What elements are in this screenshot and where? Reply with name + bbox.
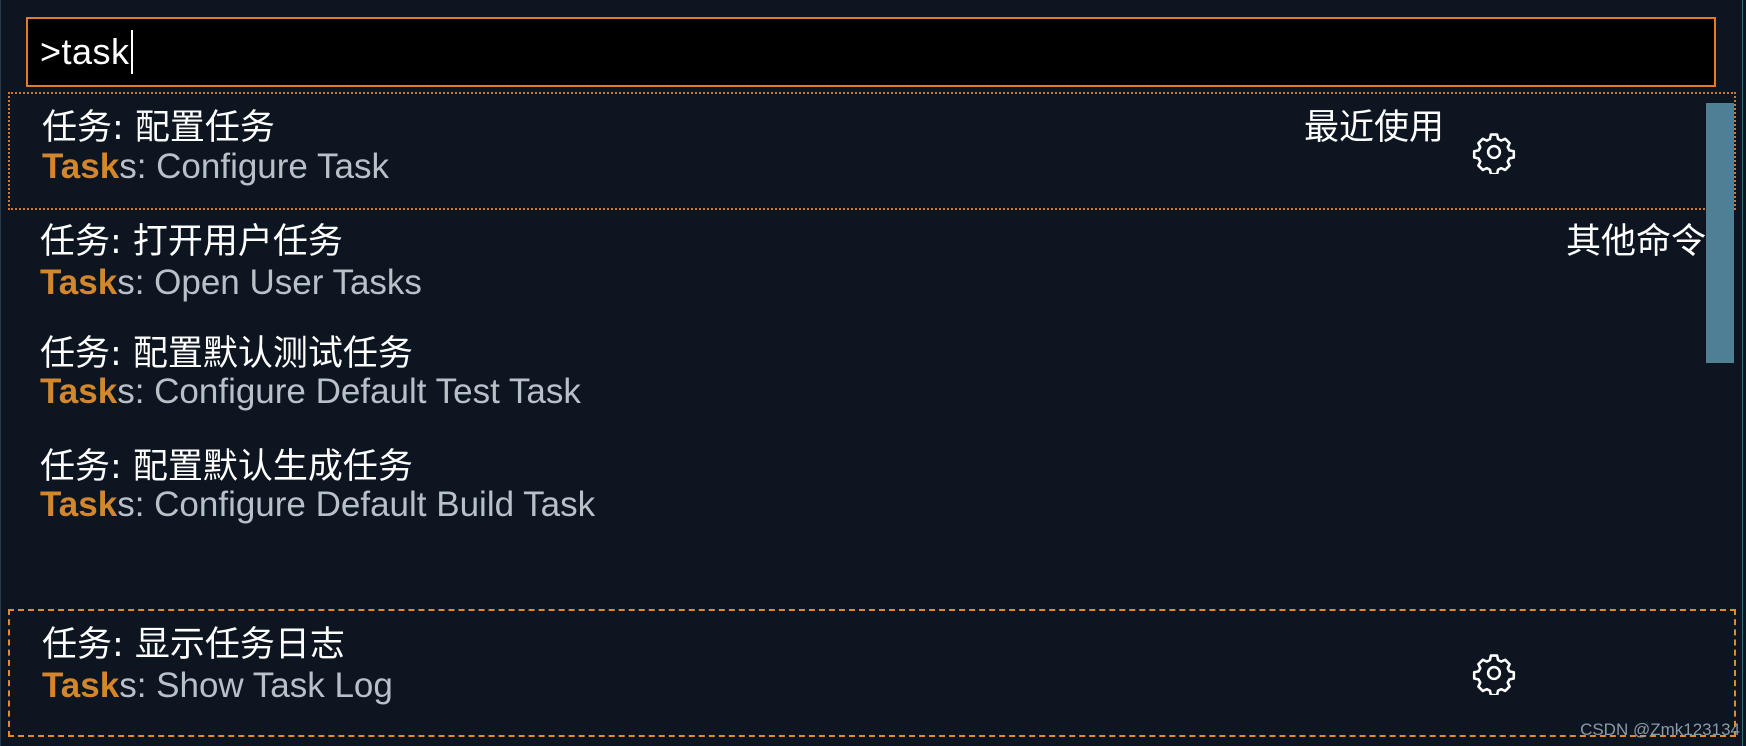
command-item-label-en-rest: s: Configure Task [119,147,389,186]
match-highlight: Task [42,666,120,705]
gear-icon[interactable] [1472,130,1516,174]
command-item-label-en-rest: s: Show Task Log [119,666,393,705]
command-item-label-en-rest: s: Configure Default Build Task [117,485,596,524]
command-item-label-en: Tasks: Configure Task [42,147,389,187]
match-highlight: Task [40,263,118,302]
command-item-label-cn: 任务: 显示任务日志 [42,625,345,665]
command-item-label-en: Tasks: Open User Tasks [40,263,422,303]
match-highlight: Task [40,372,118,411]
list-scrollbar[interactable] [1706,103,1734,363]
command-item-label-cn: 任务: 配置默认测试任务 [40,334,413,374]
watermark: CSDN @Zmk123134 [1580,720,1740,739]
command-item-configure-task[interactable]: 任务: 配置任务 Tasks: Configure Task 最近使用 [8,92,1736,210]
command-item-label-cn: 任务: 打开用户任务 [40,222,343,262]
search-input-value[interactable]: >task [40,31,130,73]
command-item-label-en-rest: s: Open User Tasks [117,263,422,302]
command-item-label-en: Tasks: Configure Default Test Task [40,372,581,412]
command-item-label-cn: 任务: 配置默认生成任务 [40,447,413,487]
command-item-configure-default-build-task[interactable]: 任务: 配置默认生成任务 Tasks: Configure Default Bu… [8,438,1736,553]
command-results-list: 任务: 配置任务 Tasks: Configure Task 最近使用 任务: … [8,92,1736,741]
command-item-configure-default-test-task[interactable]: 任务: 配置默认测试任务 Tasks: Configure Default Te… [8,325,1736,440]
command-item-label-en: Tasks: Configure Default Build Task [40,485,595,525]
gear-icon[interactable] [1472,651,1516,695]
command-item-label-en: Tasks: Show Task Log [42,666,393,706]
window-left-edge [0,0,1,746]
command-item-label-cn: 任务: 配置任务 [42,108,275,148]
window-right-edge [1742,0,1743,746]
command-item-open-user-tasks[interactable]: 任务: 打开用户任务 Tasks: Open User Tasks 其他命令 [8,213,1736,328]
match-highlight: Task [42,147,120,186]
command-item-show-task-log[interactable]: 任务: 显示任务日志 Tasks: Show Task Log [8,609,1736,737]
command-palette-input[interactable]: >task [26,17,1716,87]
match-highlight: Task [40,485,118,524]
recently-used-badge: 最近使用 [1303,108,1444,148]
command-item-label-en-rest: s: Configure Default Test Task [117,372,581,411]
text-caret [130,30,133,74]
other-commands-badge: 其他命令 [1565,222,1706,262]
